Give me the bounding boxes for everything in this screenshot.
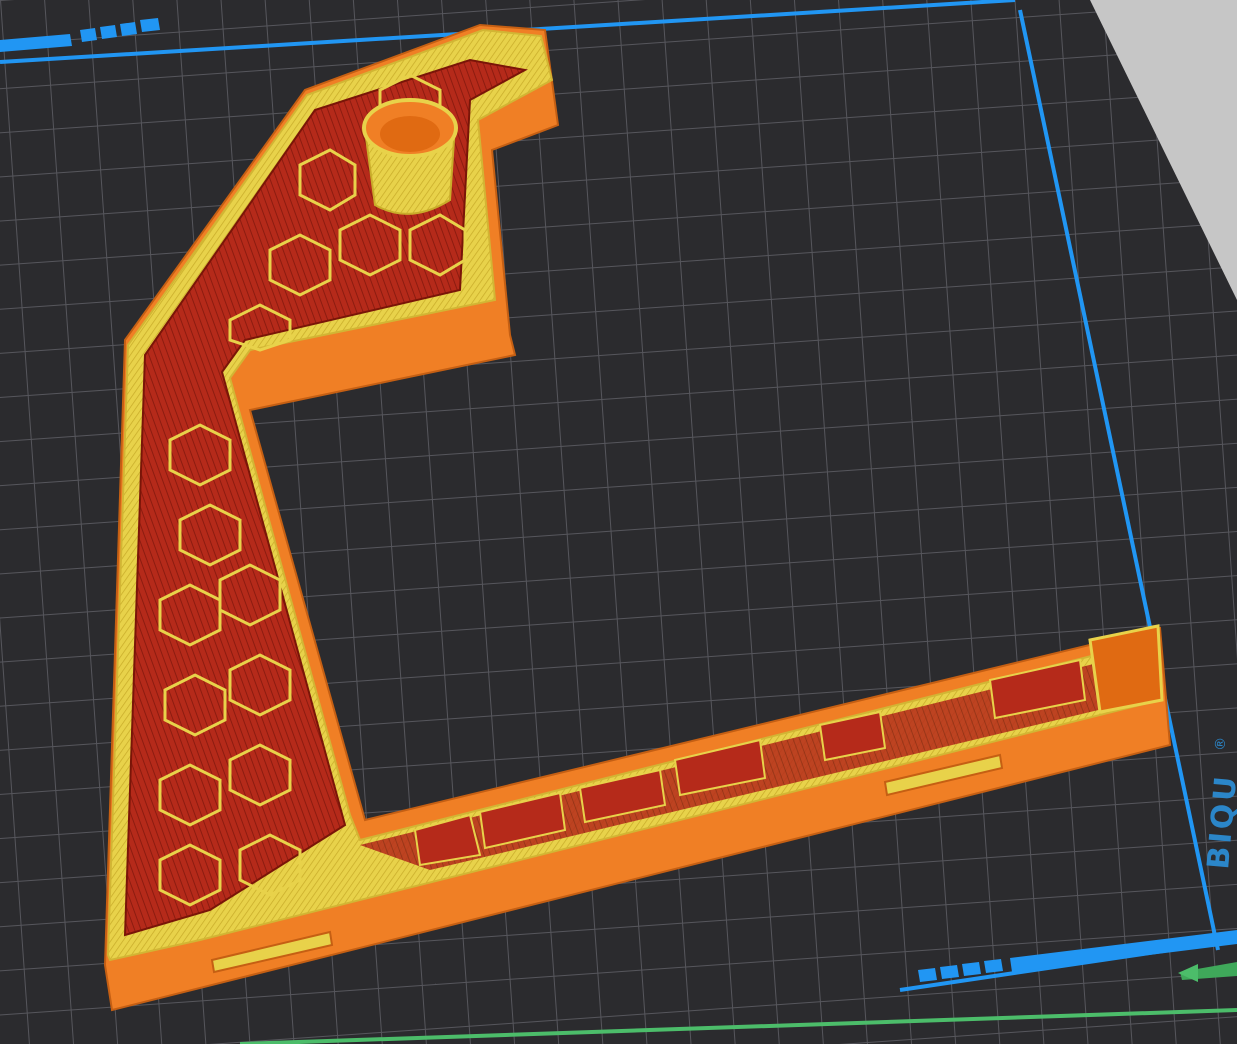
cylinder-boss bbox=[362, 98, 458, 215]
3d-preview-viewport[interactable]: BIQU ® bbox=[0, 0, 1237, 1044]
bed-brand-trademark: ® bbox=[1212, 736, 1229, 751]
arm-end-cap bbox=[1088, 624, 1164, 714]
